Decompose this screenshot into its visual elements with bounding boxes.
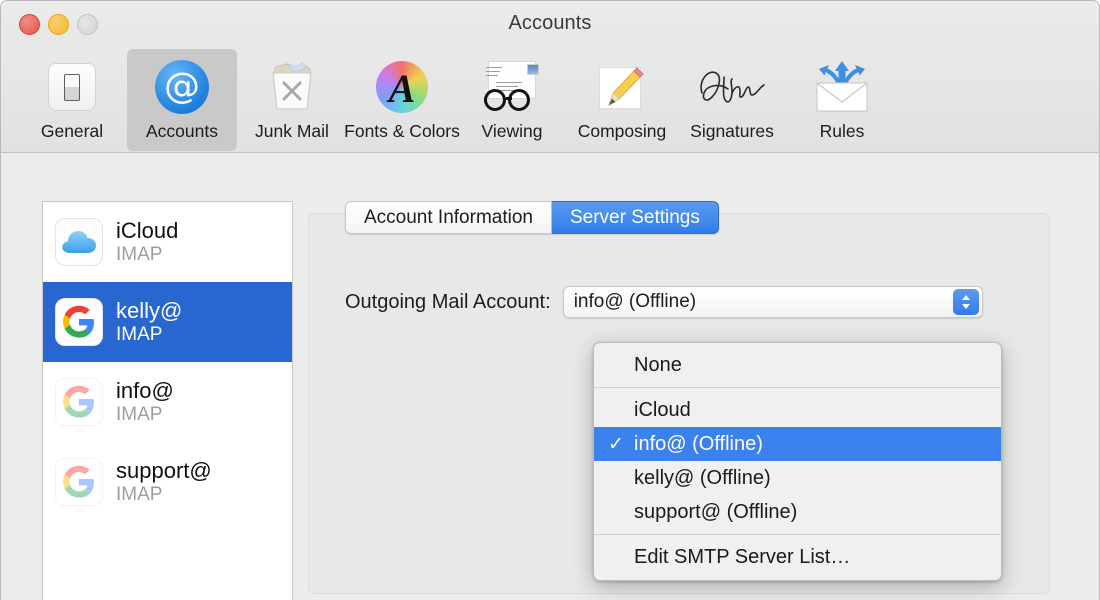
glasses-letter-icon	[482, 59, 542, 115]
menu-separator	[594, 534, 1001, 535]
toolbar-label-rules: Rules	[820, 121, 865, 142]
account-text-kelly: kelly@ IMAP	[116, 299, 182, 345]
preferences-toolbar: General @ Accounts Junk Mail A	[1, 43, 1099, 153]
toolbar-label-viewing: Viewing	[482, 121, 543, 142]
account-name: support@	[116, 459, 212, 484]
menu-item-label: None	[634, 354, 682, 377]
tab-label: Server Settings	[570, 207, 700, 229]
icloud-icon	[55, 218, 103, 266]
accounts-list[interactable]: iCloud IMAP kelly@ IMAP	[42, 201, 293, 600]
toolbar-item-junk-mail[interactable]: Junk Mail	[237, 49, 347, 151]
menu-check-icon: ✓	[608, 433, 634, 456]
menu-item-support[interactable]: support@ (Offline)	[594, 495, 1001, 529]
preferences-content: iCloud IMAP kelly@ IMAP	[1, 154, 1099, 600]
account-type: IMAP	[116, 324, 182, 345]
toolbar-item-composing[interactable]: Composing	[567, 49, 677, 151]
toolbar-label-fonts-colors: Fonts & Colors	[344, 121, 460, 142]
tab-account-information[interactable]: Account Information	[345, 201, 552, 234]
account-text-icloud: iCloud IMAP	[116, 219, 178, 265]
at-sign-icon: @	[155, 59, 209, 115]
tab-server-settings[interactable]: Server Settings	[552, 201, 719, 234]
toolbar-item-viewing[interactable]: Viewing	[457, 49, 567, 151]
account-text-support: support@ IMAP	[116, 459, 212, 505]
account-type: IMAP	[116, 244, 178, 265]
toolbar-item-signatures[interactable]: Signatures	[677, 49, 787, 151]
account-row-kelly[interactable]: kelly@ IMAP	[43, 282, 292, 362]
trash-can-icon	[264, 59, 320, 115]
toolbar-label-junk-mail: Junk Mail	[255, 121, 329, 142]
menu-item-edit-smtp-server-list[interactable]: Edit SMTP Server List…	[594, 540, 1001, 574]
general-switch-icon	[48, 59, 96, 115]
google-icon	[55, 458, 103, 506]
account-row-info[interactable]: info@ IMAP	[43, 362, 292, 442]
menu-item-label: support@ (Offline)	[634, 501, 797, 524]
menu-item-none[interactable]: None	[594, 348, 1001, 382]
menu-item-info[interactable]: ✓ info@ (Offline)	[594, 427, 1001, 461]
account-tab-strip: Account Information Server Settings	[345, 201, 719, 234]
toolbar-label-accounts: Accounts	[146, 121, 218, 142]
outgoing-mail-account-menu[interactable]: None iCloud ✓ info@ (Offline) kelly@ (Of…	[593, 342, 1002, 581]
window-title: Accounts	[1, 12, 1099, 35]
title-bar: Accounts	[1, 1, 1099, 48]
menu-separator	[594, 387, 1001, 388]
color-wheel-a-icon: A	[376, 59, 428, 115]
outgoing-mail-account-popup[interactable]: info@ (Offline)	[563, 286, 983, 318]
toolbar-item-fonts-colors[interactable]: A Fonts & Colors	[347, 49, 457, 151]
signature-icon	[694, 59, 770, 115]
toolbar-label-general: General	[41, 121, 103, 142]
menu-item-icloud[interactable]: iCloud	[594, 393, 1001, 427]
account-name: kelly@	[116, 299, 182, 324]
account-row-icloud[interactable]: iCloud IMAP	[43, 202, 292, 282]
account-type: IMAP	[116, 404, 174, 425]
menu-item-label: Edit SMTP Server List…	[634, 546, 850, 569]
menu-item-label: iCloud	[634, 399, 691, 422]
account-text-info: info@ IMAP	[116, 379, 174, 425]
pencil-paper-icon	[595, 59, 649, 115]
menu-item-kelly[interactable]: kelly@ (Offline)	[594, 461, 1001, 495]
account-row-support[interactable]: support@ IMAP	[43, 442, 292, 522]
google-icon	[55, 298, 103, 346]
toolbar-item-general[interactable]: General	[17, 49, 127, 151]
toolbar-label-signatures: Signatures	[690, 121, 774, 142]
toolbar-label-composing: Composing	[578, 121, 667, 142]
account-name: iCloud	[116, 219, 178, 244]
toolbar-item-rules[interactable]: Rules	[787, 49, 897, 151]
toolbar-item-accounts[interactable]: @ Accounts	[127, 49, 237, 151]
menu-item-label: info@ (Offline)	[634, 433, 763, 456]
outgoing-mail-account-row: Outgoing Mail Account: info@ (Offline)	[345, 286, 1033, 318]
account-name: info@	[116, 379, 174, 404]
envelope-arrows-icon	[811, 59, 873, 115]
preferences-window: Accounts General @ Accounts	[0, 0, 1100, 600]
google-icon	[55, 378, 103, 426]
menu-item-label: kelly@ (Offline)	[634, 467, 771, 490]
outgoing-mail-account-label: Outgoing Mail Account:	[345, 291, 551, 314]
tab-label: Account Information	[364, 207, 533, 229]
popup-value: info@ (Offline)	[574, 291, 696, 313]
account-type: IMAP	[116, 484, 212, 505]
chevron-updown-icon[interactable]	[953, 289, 979, 315]
